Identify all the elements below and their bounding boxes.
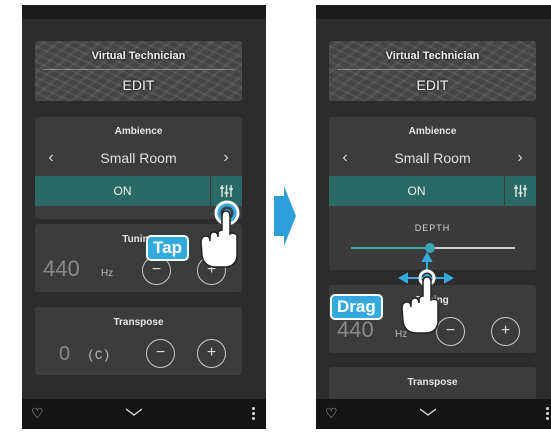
ambience-toggle-label: ON <box>113 184 132 198</box>
ambience-title: Ambience <box>114 126 163 137</box>
heart-icon[interactable]: ♡ <box>31 405 44 422</box>
edit-button[interactable]: EDIT <box>35 77 242 93</box>
tuning-decrease-button[interactable]: − <box>142 256 171 285</box>
tap-hand-icon <box>200 200 240 268</box>
more-vertical-icon[interactable] <box>252 407 256 422</box>
minus-icon: − <box>155 344 166 361</box>
next-chevron-icon[interactable]: › <box>216 147 236 169</box>
virtual-technician-card[interactable]: Virtual Technician EDIT <box>35 41 242 101</box>
edit-button[interactable]: EDIT <box>329 77 536 93</box>
divider <box>337 69 528 70</box>
tuning-increase-button[interactable]: + <box>491 317 520 346</box>
tuning-unit: Hz <box>101 268 114 279</box>
status-bar <box>316 5 551 19</box>
more-vertical-icon[interactable] <box>546 407 550 422</box>
next-chevron-icon[interactable]: › <box>510 147 530 169</box>
transpose-decrease-button[interactable]: − <box>146 339 175 368</box>
virtual-technician-card[interactable]: Virtual Technician EDIT <box>329 41 536 101</box>
drag-callout-label: Drag <box>332 296 381 318</box>
depth-slider-fill <box>351 247 430 249</box>
transpose-increase-button[interactable]: + <box>197 339 226 368</box>
heart-icon[interactable]: ♡ <box>325 405 338 422</box>
settings-scroll-area[interactable]: Virtual Technician EDIT Ambience ‹ Small… <box>316 19 551 399</box>
virtual-technician-title: Virtual Technician <box>385 50 480 62</box>
transpose-value: 0 <box>59 343 71 365</box>
ambience-type-value: Small Room <box>100 150 177 166</box>
tuning-value: 440 <box>43 256 80 281</box>
ambience-settings-button[interactable] <box>505 176 536 206</box>
ambience-selector: ‹ Small Room › <box>329 147 536 171</box>
transpose-title: Transpose <box>407 377 458 388</box>
transpose-title: Transpose <box>113 317 164 328</box>
ambience-toggle-label: ON <box>407 184 426 198</box>
depth-label: DEPTH <box>414 223 451 233</box>
ambience-selector: ‹ Small Room › <box>35 147 242 171</box>
plus-icon: + <box>206 344 217 361</box>
transpose-card: Transpose − + <box>329 367 536 399</box>
bottom-navigation: ♡ <box>316 399 551 429</box>
transpose-note: (C) <box>87 348 111 363</box>
status-bar <box>22 5 266 19</box>
virtual-technician-title: Virtual Technician <box>91 50 186 62</box>
divider <box>43 69 234 70</box>
tap-callout-label: Tap <box>148 237 187 259</box>
transition-arrow-icon <box>274 186 296 246</box>
ambience-title: Ambience <box>408 126 457 137</box>
previous-chevron-icon[interactable]: ‹ <box>335 147 355 169</box>
minus-icon: − <box>151 261 162 278</box>
ambience-on-toggle[interactable]: ON <box>329 176 504 206</box>
ambience-type-value: Small Room <box>394 150 471 166</box>
collapse-chevron-icon[interactable] <box>125 407 143 417</box>
ambience-card: Ambience ‹ Small Room › ON <box>329 117 536 219</box>
drag-hand-icon <box>397 252 455 334</box>
tuning-value: 440 <box>337 317 374 342</box>
ambience-on-toggle[interactable]: ON <box>35 176 210 206</box>
bottom-navigation: ♡ <box>22 399 266 429</box>
sliders-icon <box>514 185 527 197</box>
transpose-card: Transpose 0 (C) − + <box>35 307 242 375</box>
previous-chevron-icon[interactable]: ‹ <box>41 147 61 169</box>
collapse-chevron-icon[interactable] <box>419 407 437 417</box>
plus-icon: + <box>500 322 511 339</box>
phone-screen-after: Virtual Technician EDIT Ambience ‹ Small… <box>316 5 551 429</box>
